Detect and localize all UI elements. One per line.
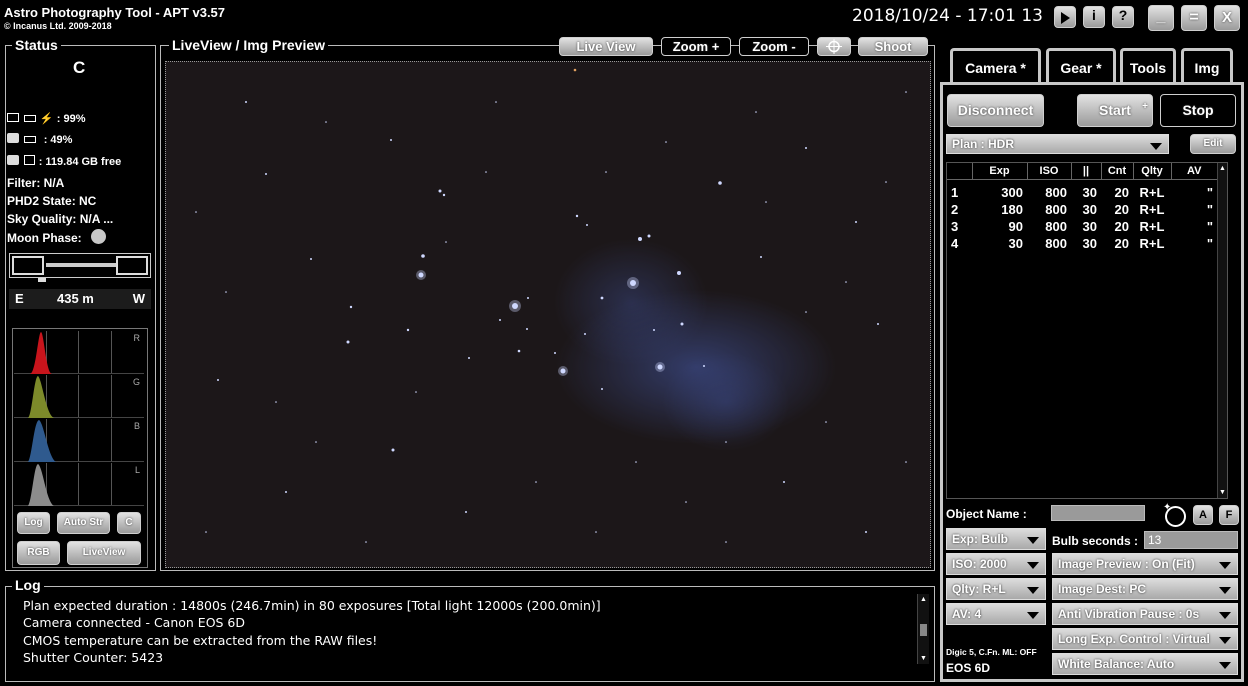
- focuser-position-bar[interactable]: [9, 253, 151, 282]
- shoot-button[interactable]: Shoot: [858, 37, 928, 56]
- liveview-image[interactable]: [165, 61, 931, 568]
- tab-img[interactable]: Img: [1181, 48, 1233, 84]
- log-line: CMOS temperature can be extracted from t…: [23, 632, 378, 648]
- star-field: [195, 68, 907, 543]
- histogram-r: R: [14, 331, 144, 374]
- info-icon: i: [1092, 7, 1096, 23]
- histogram-l-curve: [28, 464, 54, 506]
- zoom-out-button[interactable]: Zoom -: [739, 37, 809, 56]
- status-title: Status: [12, 37, 61, 53]
- moon-phase-icon: [91, 229, 106, 244]
- histogram-g-curve: [28, 376, 54, 418]
- moon-phase-label: Moon Phase:: [7, 231, 82, 245]
- plan-table: Exp ISO || Cnt Qlty AV 1 300 800 30 20 R+L " 2…: [946, 162, 1228, 499]
- disk-icon: [24, 155, 36, 165]
- bulb-seconds-label: Bulb seconds :: [1052, 534, 1139, 548]
- c-button[interactable]: C: [117, 512, 141, 534]
- quality-select[interactable]: Qlty: R+L: [946, 578, 1046, 600]
- camera-model: EOS 6D: [946, 661, 991, 675]
- maximize-button[interactable]: =: [1181, 5, 1207, 31]
- phd2-status: PHD2 State: NC: [7, 194, 97, 208]
- anti-vibration-select[interactable]: Anti Vibration Pause : 0s: [1052, 603, 1238, 625]
- image-preview-select[interactable]: Image Preview : On (Fit): [1052, 553, 1238, 575]
- histogram-b: B: [14, 419, 144, 462]
- object-name-input[interactable]: [1051, 505, 1145, 521]
- crosshair-button[interactable]: [817, 37, 851, 56]
- log-title: Log: [12, 577, 44, 593]
- preview-title: LiveView / Img Preview: [169, 37, 329, 53]
- histogram-g: G: [14, 375, 144, 418]
- tab-gear[interactable]: Gear *: [1046, 48, 1116, 84]
- log-line: Camera connected - Canon EOS 6D: [23, 615, 246, 631]
- plan-table-header: Exp ISO || Cnt Qlty AV: [947, 163, 1217, 180]
- object-name-label: Object Name :: [946, 507, 1027, 521]
- log-scrollbar[interactable]: ▲ ▼: [917, 594, 929, 664]
- table-row[interactable]: 3 90 800 30 20 R+L ": [947, 218, 1217, 235]
- laptop-battery: ⚡ : 99%: [7, 111, 85, 125]
- av-select[interactable]: AV: 4: [946, 603, 1046, 625]
- rgb-button[interactable]: RGB: [17, 541, 60, 565]
- exp-select[interactable]: Exp: Bulb: [946, 528, 1046, 550]
- start-button[interactable]: Start +: [1077, 94, 1153, 127]
- filter-status: Filter: N/A: [7, 176, 65, 190]
- histogram-l: L: [14, 463, 144, 506]
- zoom-in-button[interactable]: Zoom +: [661, 37, 731, 56]
- histogram-b-curve: [28, 420, 56, 462]
- camera-icon: [7, 133, 19, 143]
- battery-icon: [24, 115, 37, 122]
- minimize-button[interactable]: _: [1148, 5, 1174, 31]
- sky-quality: Sky Quality: N/A ...: [7, 212, 114, 226]
- white-balance-select[interactable]: White Balance: Auto: [1052, 653, 1238, 675]
- plan-scrollbar[interactable]: ▲ ▼: [1217, 163, 1227, 498]
- laptop-icon: [7, 113, 19, 122]
- table-row[interactable]: 2 180 800 30 20 R+L ": [947, 201, 1217, 218]
- power-icon: ⚡: [39, 113, 54, 125]
- camera-icon: [7, 155, 19, 165]
- app-copyright: © Incanus Ltd. 2009-2018: [4, 21, 112, 31]
- log-lines: Plan expected duration : 14800s (246.7mi…: [23, 597, 601, 666]
- close-button[interactable]: X: [1214, 5, 1240, 31]
- edit-plan-button[interactable]: Edit: [1190, 134, 1236, 154]
- iso-select[interactable]: ISO: 2000: [946, 553, 1046, 575]
- log-button[interactable]: Log: [17, 512, 50, 534]
- long-exp-control-select[interactable]: Long Exp. Control : Virtual: [1052, 628, 1238, 650]
- help-icon: ?: [1118, 7, 1128, 23]
- live-view-button[interactable]: Live View: [559, 37, 653, 56]
- camera-battery: : 49%: [7, 132, 72, 146]
- bulb-seconds-input[interactable]: [1144, 531, 1238, 549]
- help-button[interactable]: ?: [1112, 6, 1134, 28]
- play-button[interactable]: [1054, 6, 1076, 28]
- battery-icon: [24, 136, 37, 143]
- auto-stretch-button[interactable]: Auto Str: [57, 512, 110, 534]
- log-line: Plan expected duration : 14800s (246.7mi…: [23, 598, 601, 613]
- stop-button[interactable]: Stop: [1160, 94, 1236, 127]
- target-icon[interactable]: ✦: [1163, 502, 1186, 527]
- disconnect-button[interactable]: Disconnect: [947, 94, 1044, 127]
- log-line: Shutter Counter: 5423: [23, 649, 164, 665]
- digic-info: Digic 5, C.Fn. ML: OFF: [946, 647, 1037, 657]
- tab-camera[interactable]: Camera *: [950, 48, 1041, 84]
- storage-free: : 119.84 GB free: [7, 154, 121, 168]
- histogram-r-curve: [30, 332, 52, 374]
- datetime: 2018/10/24 - 17:01 13: [852, 6, 1043, 26]
- status-letter: C: [73, 58, 86, 77]
- a-button[interactable]: A: [1193, 505, 1213, 525]
- liveview-button[interactable]: LiveView: [67, 541, 141, 565]
- f-button[interactable]: F: [1219, 505, 1239, 525]
- image-dest-select[interactable]: Image Dest: PC: [1052, 578, 1238, 600]
- plan-select[interactable]: Plan : HDR: [946, 134, 1169, 154]
- tab-tools[interactable]: Tools: [1120, 48, 1176, 84]
- crosshair-icon: [826, 39, 842, 54]
- info-button[interactable]: i: [1083, 6, 1105, 28]
- compass-bar: E 435 m W: [9, 289, 151, 309]
- table-row[interactable]: 1 300 800 30 20 R+L ": [947, 184, 1217, 201]
- app-title: Astro Photography Tool - APT v3.57: [4, 5, 226, 20]
- play-icon: [1060, 12, 1070, 24]
- table-row[interactable]: 4 30 800 30 20 R+L ": [947, 235, 1217, 252]
